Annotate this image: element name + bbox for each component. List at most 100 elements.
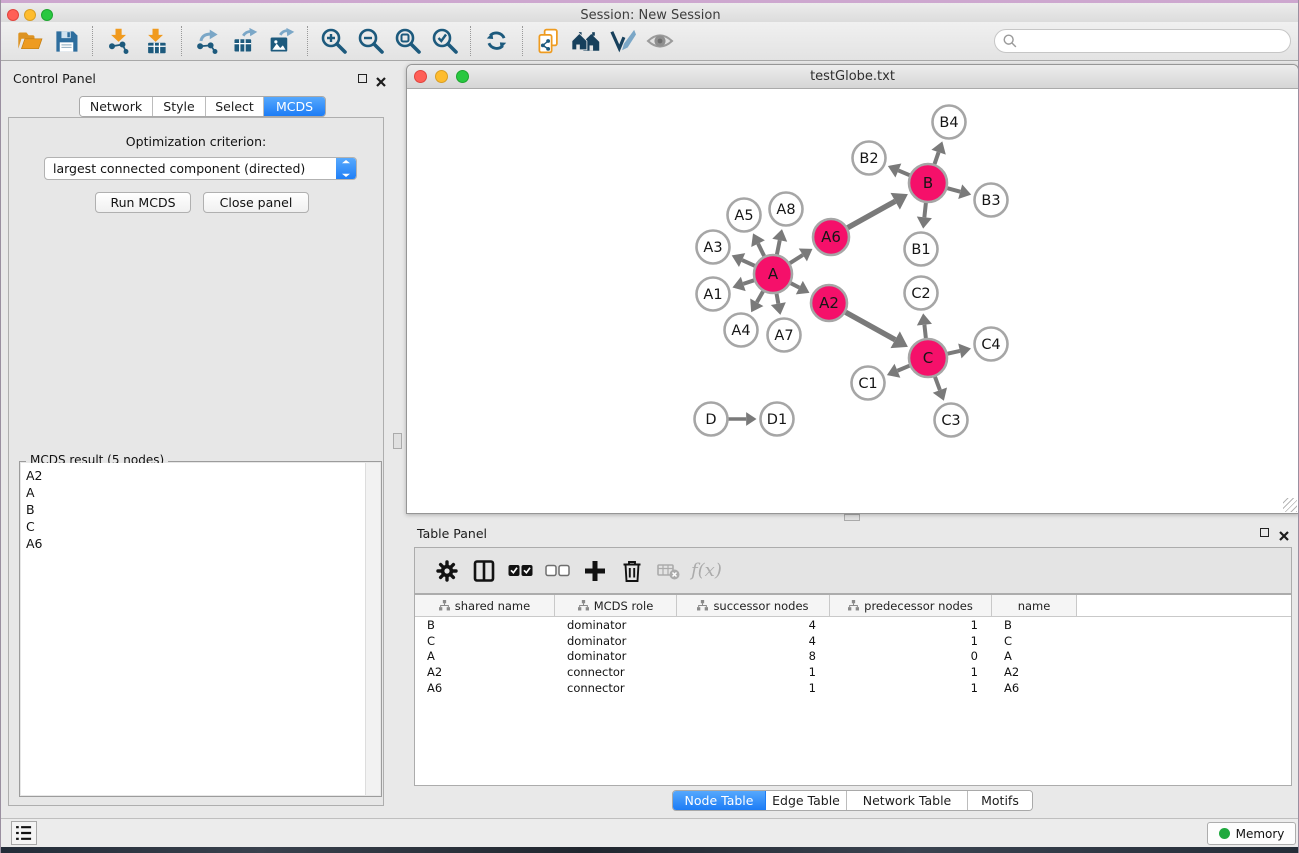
delete-table-disabled-icon[interactable] [650, 553, 687, 589]
open-session-icon[interactable] [11, 24, 48, 58]
zoom-out-icon[interactable] [352, 24, 389, 58]
edge-A-A1[interactable] [743, 280, 754, 284]
table-cell[interactable]: dominator [555, 634, 677, 648]
edge-A-A2[interactable] [791, 283, 800, 287]
zoom-fit-icon[interactable] [389, 24, 426, 58]
vertical-splitter-grip[interactable] [393, 433, 402, 449]
window-resize-grip[interactable] [1283, 498, 1297, 512]
horizontal-splitter-grip[interactable] [844, 514, 860, 521]
network-graph[interactable]: AA6A2BCA1A3A4A5A7A8B1B2B3B4C1C2C3C4DD1 [407, 90, 1298, 514]
export-network-icon[interactable] [189, 24, 226, 58]
optimization-criterion-select[interactable]: largest connected component (directed) [44, 157, 357, 180]
network-from-file-icon[interactable] [530, 24, 567, 58]
add-row-icon[interactable] [576, 553, 613, 589]
table-cell[interactable]: 1 [677, 665, 830, 679]
table-row[interactable]: Adominator80A [415, 649, 1291, 665]
column-header-MCDS-role[interactable]: MCDS role [555, 595, 677, 616]
zoom-in-icon[interactable] [315, 24, 352, 58]
table-columns-icon[interactable] [465, 553, 502, 589]
table-cell[interactable]: A6 [992, 681, 1077, 695]
edge-A6-B[interactable] [848, 201, 896, 227]
column-header-name[interactable]: name [992, 595, 1077, 616]
mcds-result-item[interactable]: A2 [21, 463, 365, 484]
table-cell[interactable]: 4 [677, 618, 830, 632]
table-cell[interactable]: 1 [830, 634, 992, 648]
table-cell[interactable]: connector [555, 665, 677, 679]
table-panel-close-button[interactable] [1278, 527, 1290, 546]
column-header-shared-name[interactable]: shared name [415, 595, 555, 616]
table-cell[interactable]: C [992, 634, 1077, 648]
hide-panel-icon[interactable] [641, 24, 678, 58]
edge-A-A7[interactable] [777, 294, 779, 304]
tab-select[interactable]: Select [206, 97, 264, 116]
tab-node-table[interactable]: Node Table [673, 791, 766, 810]
table-cell[interactable]: A6 [415, 681, 555, 695]
home-icon[interactable] [567, 24, 604, 58]
table-row[interactable]: A2connector11A2 [415, 664, 1291, 680]
edge-A-A3[interactable] [742, 260, 755, 266]
table-cell[interactable]: 0 [830, 649, 992, 663]
tab-network[interactable]: Network [80, 97, 153, 116]
select-all-rows-icon[interactable] [502, 553, 539, 589]
table-cell[interactable]: 1 [677, 681, 830, 695]
close-panel-button[interactable]: Close panel [203, 192, 309, 213]
table-cell[interactable]: 4 [677, 634, 830, 648]
edge-B-B2[interactable] [898, 170, 909, 175]
table-row[interactable]: Cdominator41C [415, 633, 1291, 649]
import-network-icon[interactable] [100, 24, 137, 58]
table-cell[interactable]: A2 [415, 665, 555, 679]
style-editor-icon[interactable] [604, 24, 641, 58]
table-cell[interactable]: A [992, 649, 1077, 663]
edge-A-A8[interactable] [777, 240, 780, 254]
edge-C-C1[interactable] [897, 366, 909, 371]
save-session-icon[interactable] [48, 24, 85, 58]
mcds-result-item[interactable]: A [21, 484, 365, 501]
edge-C-C2[interactable] [924, 325, 925, 338]
export-image-icon[interactable] [263, 24, 300, 58]
import-table-icon[interactable] [137, 24, 174, 58]
refresh-icon[interactable] [478, 24, 515, 58]
table-cell[interactable]: A2 [992, 665, 1077, 679]
table-cell[interactable]: B [992, 618, 1077, 632]
table-row[interactable]: A6connector11A6 [415, 680, 1291, 696]
table-cell[interactable]: dominator [555, 649, 677, 663]
edge-C-C4[interactable] [948, 351, 960, 354]
table-row[interactable]: Bdominator41B [415, 617, 1291, 633]
function-builder-icon[interactable]: f(x) [691, 560, 722, 581]
tab-mcds[interactable]: MCDS [264, 97, 325, 116]
table-cell[interactable]: 1 [830, 665, 992, 679]
table-cell[interactable]: dominator [555, 618, 677, 632]
table-cell[interactable]: connector [555, 681, 677, 695]
edge-A-A5[interactable] [758, 244, 764, 256]
run-mcds-button[interactable]: Run MCDS [95, 192, 191, 213]
export-table-icon[interactable] [226, 24, 263, 58]
search-input[interactable] [1018, 32, 1290, 50]
table-panel-float-button[interactable] [1260, 528, 1269, 537]
network-window-titlebar[interactable]: testGlobe.txt [407, 65, 1298, 89]
deselect-all-rows-icon[interactable] [539, 553, 576, 589]
edge-A-A6[interactable] [790, 255, 803, 263]
delete-rows-icon[interactable] [613, 553, 650, 589]
edge-C-C3[interactable] [935, 377, 940, 390]
column-header-predecessor-nodes[interactable]: predecessor nodes [830, 595, 992, 616]
edge-A2-C[interactable] [846, 312, 896, 340]
table-cell[interactable]: 1 [830, 618, 992, 632]
table-cell[interactable]: B [415, 618, 555, 632]
mcds-result-scrollbar[interactable] [365, 463, 380, 795]
task-history-button[interactable] [11, 821, 37, 845]
tab-network-table[interactable]: Network Table [847, 791, 968, 810]
tab-style[interactable]: Style [153, 97, 206, 116]
mcds-result-item[interactable]: B [21, 501, 365, 518]
edge-B-B3[interactable] [947, 188, 960, 191]
table-settings-icon[interactable] [428, 553, 465, 589]
tab-motifs[interactable]: Motifs [968, 791, 1032, 810]
table-cell[interactable]: 8 [677, 649, 830, 663]
control-panel-close-button[interactable] [375, 73, 387, 92]
table-cell[interactable]: 1 [830, 681, 992, 695]
edge-B-B4[interactable] [935, 152, 939, 164]
mcds-result-item[interactable]: A6 [21, 535, 365, 552]
tab-edge-table[interactable]: Edge Table [766, 791, 847, 810]
network-canvas[interactable]: AA6A2BCA1A3A4A5A7A8B1B2B3B4C1C2C3C4DD1 [407, 90, 1298, 513]
edge-A-A4[interactable] [757, 291, 763, 302]
edge-B-B1[interactable] [924, 203, 926, 217]
